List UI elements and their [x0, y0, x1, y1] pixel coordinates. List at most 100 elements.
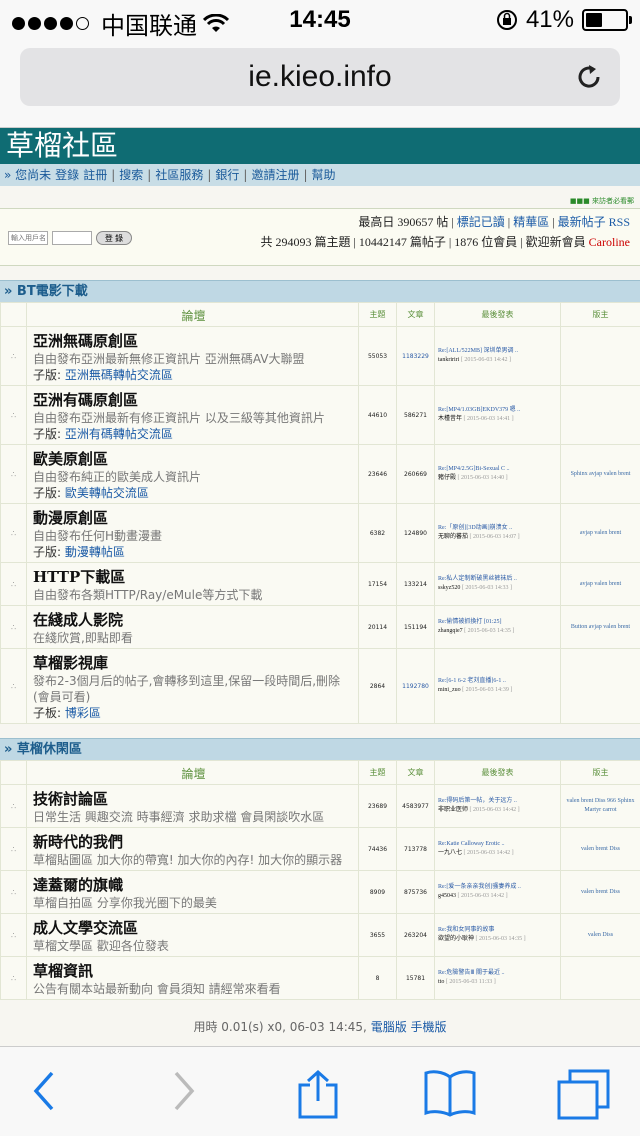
moderators[interactable]: avjap valen brent — [560, 562, 640, 606]
last-post-title[interactable]: Re:「原创][3D动画]崩溃女 .. — [438, 525, 512, 531]
moderators[interactable] — [560, 385, 640, 445]
last-post-date: [ 2015-06-03 14:33 ] — [461, 585, 513, 591]
last-post-user[interactable]: tto — [438, 979, 444, 985]
mobile-link[interactable]: 手機版 — [411, 1020, 447, 1034]
last-post-title[interactable]: Re:我和女同事的故事 — [438, 927, 494, 933]
mark-read-link[interactable]: 標記已讀 — [457, 215, 505, 229]
moderators[interactable] — [560, 326, 640, 386]
subforum-link[interactable]: 亞洲有碼轉帖交流區 — [65, 427, 173, 441]
forum-row[interactable]: ∴ 亞洲無碼原創區 自由發布亞洲最新無修正資訊片 亞洲無碼AV大聯盟 子版: 亞洲無碼… — [0, 326, 640, 386]
moderators[interactable]: avjap valen brent — [560, 503, 640, 563]
last-post-date: [ 2015-06-03 14:39 ] — [462, 687, 513, 693]
forum-name[interactable]: 草榴影視庫 — [33, 653, 354, 673]
forum-name[interactable]: 成人文學交流區 — [33, 918, 354, 938]
last-post-title[interactable]: Re:得码后第一帖，关于远方 .. — [438, 798, 517, 804]
forum-row[interactable]: ∴ HTTP下載區 自由發布各類HTTP/Ray/eMule等方式下載 17154 13… — [0, 562, 640, 606]
subforum-link[interactable]: 博彩區 — [65, 706, 101, 720]
last-post-user[interactable]: mini_zuo — [438, 687, 461, 693]
last-post-title[interactable]: Re:[ALL/522MB] 深圳单男调 .. — [438, 348, 518, 354]
forum-name[interactable]: 草榴資訊 — [33, 961, 354, 981]
section-title[interactable]: » 草榴休閑區 — [0, 738, 640, 760]
last-post-user[interactable]: g45043 — [438, 893, 456, 899]
nav-item[interactable]: 幫助 — [312, 168, 336, 182]
forum-table: 論壇 主題 文章 最後發表 版主 ∴ 技術討論區 日常生活 興趣交流 時事經濟 求助求檔 會員… — [0, 760, 640, 1000]
section-title[interactable]: » BT電影下載 — [0, 280, 640, 302]
site-title[interactable]: 草榴社區 — [0, 128, 640, 164]
last-post-user[interactable]: 一九八七 — [438, 850, 462, 856]
forum-row[interactable]: ∴ 草榴影視庫 發布2-3個月后的帖子,會轉移到這里,保留一段時間后,刪除(會員可看… — [0, 648, 640, 724]
last-post-user[interactable]: sskyz520 — [438, 585, 460, 591]
nav-item[interactable]: 註冊 — [83, 168, 107, 182]
forum-row[interactable]: ∴ 新時代的我們 草榴貼圖區 加大你的帶寬! 加大你的內存! 加大你的顯示器 7443… — [0, 827, 640, 871]
last-post-title[interactable]: Re:偷情被抓換打 [01:25] — [438, 619, 502, 625]
last-post-title[interactable]: Re:[爱一条亲亲我创]骚妻养成 .. — [438, 884, 521, 890]
moderators[interactable] — [560, 648, 640, 724]
moderators[interactable]: valen brent Diss 966 Sphinx Martyr carro… — [560, 784, 640, 828]
last-post-title[interactable]: Re:私人定制断破黑丝裤袜后 .. — [438, 576, 517, 582]
forum-name[interactable]: 歐美原創區 — [33, 449, 354, 469]
login-button[interactable]: 登 錄 — [96, 231, 132, 245]
share-icon[interactable] — [296, 1069, 340, 1119]
forum-name[interactable]: 亞洲有碼原創區 — [33, 390, 354, 410]
forum-name[interactable]: 動漫原創區 — [33, 508, 354, 528]
subforum-link[interactable]: 動漫轉帖區 — [65, 545, 125, 559]
desktop-link[interactable]: 電腦版 — [371, 1020, 407, 1034]
address-bar[interactable]: ie.kieo.info — [20, 48, 620, 106]
back-icon[interactable] — [30, 1069, 60, 1113]
bookmarks-icon[interactable] — [424, 1069, 476, 1117]
last-post-user[interactable]: 豬仔殿 — [438, 475, 456, 481]
subforum-line: 子版: 歐美轉帖交流區 — [33, 485, 354, 501]
moderators[interactable]: valen Diss — [560, 913, 640, 957]
digest-link[interactable]: 精華區 — [513, 215, 549, 229]
forum-row[interactable]: ∴ 草榴資訊 公告有關本站最新動向 會員須知 請經常來看看 8 15781 Re:危險警告… — [0, 956, 640, 1000]
username-input[interactable] — [8, 231, 48, 245]
last-post-user[interactable]: tankririri — [438, 357, 459, 363]
forum-name[interactable]: 在綫成人影院 — [33, 610, 354, 630]
tabs-icon[interactable] — [556, 1069, 610, 1121]
newest-member[interactable]: Caroline — [589, 235, 630, 249]
forum-row[interactable]: ∴ 歐美原創區 自由發布純正的歐美成人資訊片 子版: 歐美轉帖交流區 23646 2606… — [0, 444, 640, 504]
last-post-user[interactable]: 无聊的蕃茄 — [438, 534, 468, 540]
last-post-title[interactable]: Re:[MP4/1.03GB]EKDV379 嗯 .. — [438, 407, 520, 413]
last-post-title[interactable]: Re:Katie Calloway Erotic .. — [438, 841, 504, 847]
newest-posts-link[interactable]: 最新帖子 — [558, 215, 606, 229]
last-post-title[interactable]: Re:[MP4/2.5G]Bi-Sexual C .. — [438, 466, 510, 472]
last-post-title[interactable]: Re:危險警告Ⅲ 關于最近 .. — [438, 970, 504, 976]
nav-item[interactable]: 搜索 — [119, 168, 143, 182]
forum-row[interactable]: ∴ 亞洲有碼原創區 自由發布亞洲最新有修正資訊片 以及三級等其他資訊片 子版: 亞洲有… — [0, 385, 640, 445]
forum-posts: 263204 — [396, 913, 435, 957]
forum-row[interactable]: ∴ 在綫成人影院 在綫欣賞,即點即看 20114 151194 Re:偷情被抓換打 [01… — [0, 605, 640, 649]
forward-icon[interactable] — [168, 1069, 198, 1113]
subforum-link[interactable]: 亞洲無碼轉帖交流區 — [65, 368, 173, 382]
last-post-user[interactable]: 欲望的小耿神 — [438, 936, 474, 942]
forum-info: 亞洲無碼原創區 自由發布亞洲最新無修正資訊片 亞洲無碼AV大聯盟 子版: 亞洲無碼轉… — [26, 326, 359, 386]
nav-item[interactable]: 社區服務 — [155, 168, 203, 182]
notice-link[interactable]: ■■■ 來訪者必看郵 — [0, 196, 640, 206]
url-text[interactable]: ie.kieo.info — [20, 60, 620, 94]
moderators[interactable] — [560, 956, 640, 1000]
moderators[interactable]: valen brent Diss — [560, 870, 640, 914]
forum-name[interactable]: 技術討論區 — [33, 789, 354, 809]
forum-row[interactable]: ∴ 成人文學交流區 草榴文學區 歡迎各位發表 3655 263204 Re:我和女同事的故… — [0, 913, 640, 957]
forum-name[interactable]: 達蓋爾的旗幟 — [33, 875, 354, 895]
rss-link[interactable]: RSS — [609, 215, 630, 229]
nav-item[interactable]: 邀請注册 — [251, 168, 299, 182]
forum-name[interactable]: 亞洲無碼原創區 — [33, 331, 354, 351]
last-post-user[interactable]: 非职业医师 — [438, 807, 468, 813]
subforum-link[interactable]: 歐美轉帖交流區 — [65, 486, 149, 500]
forum-name[interactable]: HTTP下載區 — [33, 567, 354, 587]
last-post-user[interactable]: 木槿昔年 — [438, 416, 462, 422]
moderators[interactable]: Button avjap valen brent — [560, 605, 640, 649]
last-post-user[interactable]: zhangqie7 — [438, 628, 463, 634]
moderators[interactable]: valen brent Diss — [560, 827, 640, 871]
moderators[interactable]: Sphinx avjap valen brent — [560, 444, 640, 504]
password-input[interactable] — [52, 231, 92, 245]
nav-item[interactable]: 登錄 — [55, 168, 79, 182]
reload-icon[interactable] — [574, 62, 604, 92]
nav-item[interactable]: 銀行 — [215, 168, 239, 182]
forum-row[interactable]: ∴ 技術討論區 日常生活 興趣交流 時事經濟 求助求檔 會員閑談吹水區 23689 45… — [0, 784, 640, 828]
forum-row[interactable]: ∴ 達蓋爾的旗幟 草榴自拍區 分享你我光圈下的最美 8909 875736 Re:[爱一条… — [0, 870, 640, 914]
forum-name[interactable]: 新時代的我們 — [33, 832, 354, 852]
last-post-title[interactable]: Re:[6-1 6-2 老刘直播]6-1 .. — [438, 678, 506, 684]
forum-row[interactable]: ∴ 動漫原創區 自由發布任何H動畫漫畫 子版: 動漫轉帖區 6382 124890 Re:「… — [0, 503, 640, 563]
